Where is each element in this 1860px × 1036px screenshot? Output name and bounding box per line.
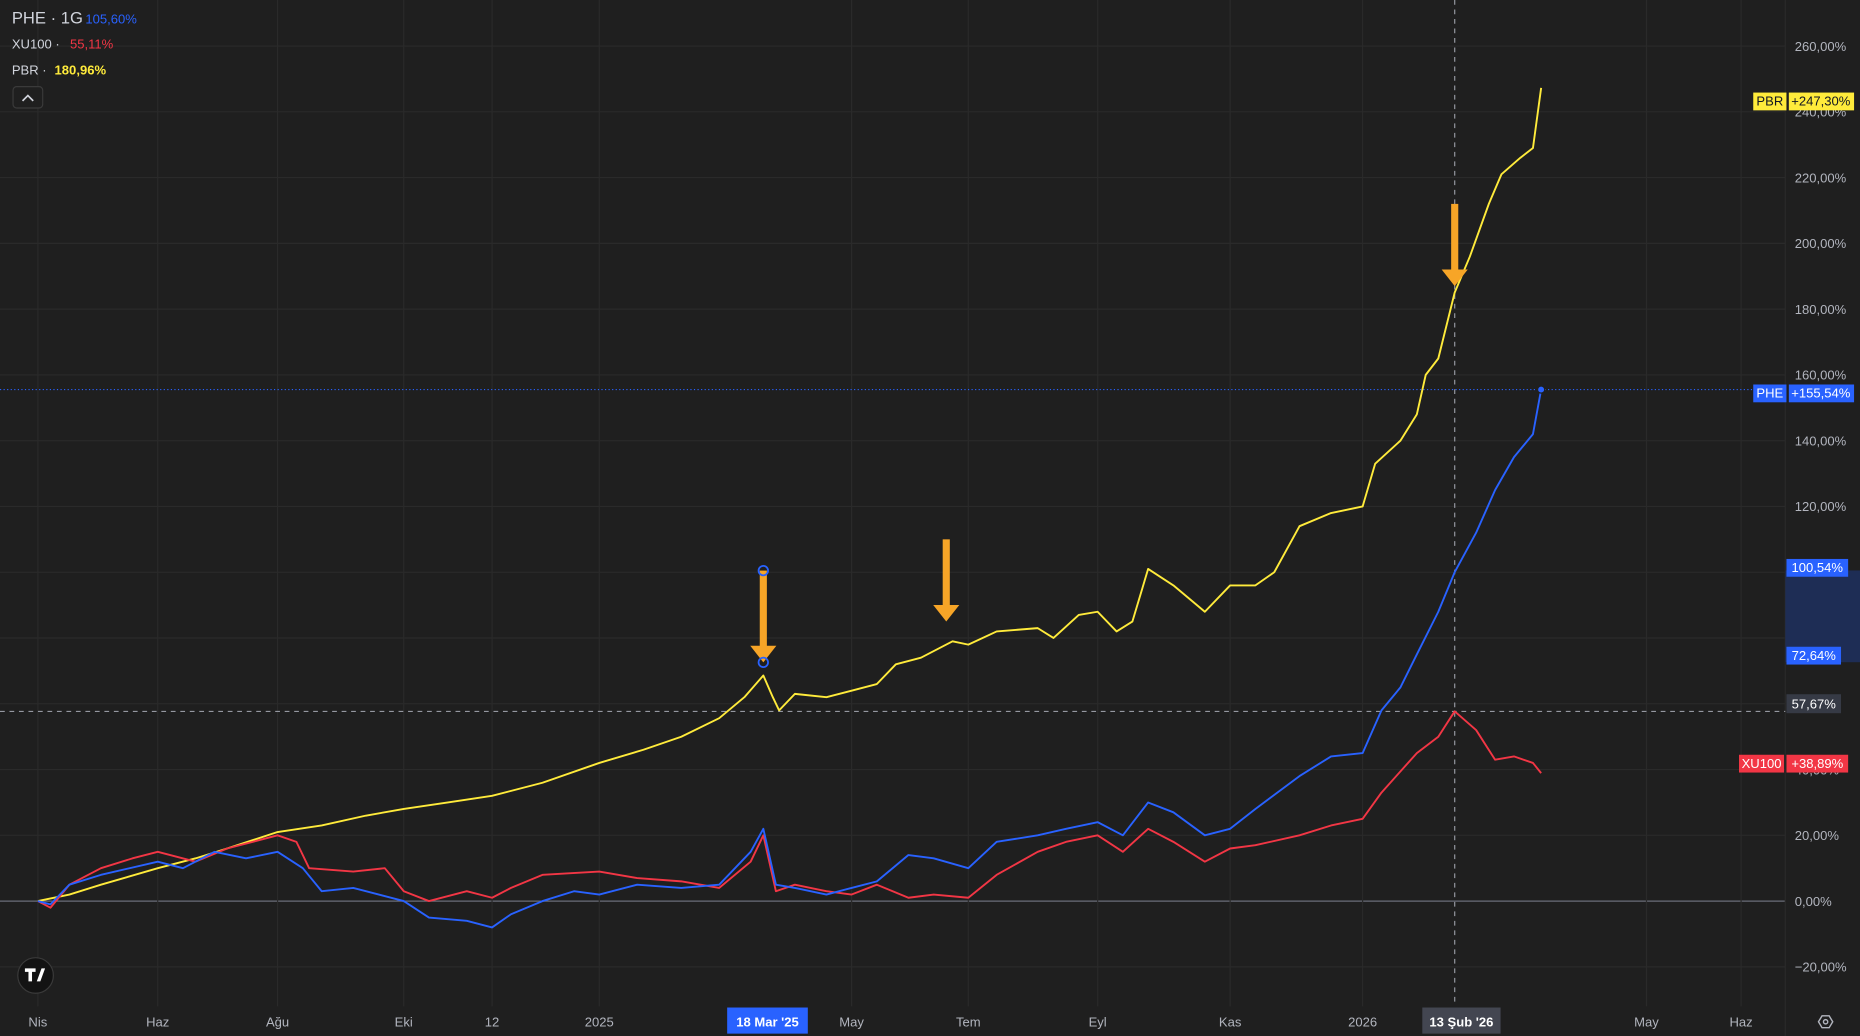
y-tick-label: 200,00% bbox=[1795, 236, 1847, 251]
y-tick-label: 260,00% bbox=[1795, 39, 1847, 54]
pbr-label-value: +247,30% bbox=[1791, 94, 1851, 109]
crosshair-date-left-text: 18 Mar '25 bbox=[736, 1015, 799, 1030]
x-tick-label: 12 bbox=[485, 1015, 500, 1030]
pbr-price-label: PBR +247,30% bbox=[1753, 92, 1855, 111]
x-tick-label: 2026 bbox=[1348, 1015, 1377, 1030]
legend-xu100-value: 55,11% bbox=[70, 37, 114, 52]
legend-collapse-button[interactable] bbox=[12, 86, 44, 109]
xu-label-value: +38,89% bbox=[1791, 756, 1843, 771]
legend-pbr-value: 180,96% bbox=[55, 63, 107, 78]
x-tick-label: Haz bbox=[146, 1015, 169, 1030]
tradingview-logo[interactable] bbox=[17, 957, 54, 994]
x-tick-label: Eyl bbox=[1089, 1015, 1107, 1030]
y-tick-label: 160,00% bbox=[1795, 368, 1847, 383]
y-tick-label: 140,00% bbox=[1795, 433, 1847, 448]
x-tick-label: May bbox=[839, 1015, 864, 1030]
phe-label-name: PHE bbox=[1756, 386, 1783, 401]
range-high-value: 100,54% bbox=[1792, 560, 1844, 575]
y-tick-label: −20,00% bbox=[1795, 960, 1847, 975]
range-low-value: 72,64% bbox=[1792, 648, 1837, 663]
pbr-label-name: PBR bbox=[1756, 94, 1783, 109]
legend-main-symbol[interactable]: PHE · 1G bbox=[12, 9, 83, 28]
y-tick-label: 220,00% bbox=[1795, 170, 1847, 185]
x-tick-label: May bbox=[1634, 1015, 1659, 1030]
x-tick-label: Ağu bbox=[266, 1015, 289, 1030]
x-tick-label: Haz bbox=[1730, 1015, 1753, 1030]
range-low-label: 72,64% bbox=[1786, 646, 1842, 665]
x-tick-label: Eki bbox=[395, 1015, 413, 1030]
range-high-label: 100,54% bbox=[1786, 558, 1849, 577]
y-tick-label: 20,00% bbox=[1795, 828, 1840, 843]
crosshair-price-label: 57,67% bbox=[1786, 694, 1842, 714]
y-tick-label: 0,00% bbox=[1795, 894, 1832, 909]
y-tick-label: 180,00% bbox=[1795, 302, 1847, 317]
crosshair-date-left: 18 Mar '25 bbox=[727, 1007, 808, 1034]
x-tick-label: Nis bbox=[28, 1015, 47, 1030]
phe-price-label: PHE +155,54% bbox=[1753, 384, 1855, 403]
crosshair-date-right: 13 Şub '26 bbox=[1422, 1007, 1501, 1034]
phe-label-value: +155,54% bbox=[1791, 386, 1851, 401]
x-tick-label: Tem bbox=[956, 1015, 981, 1030]
legend-xu100-symbol[interactable]: XU100 · bbox=[12, 37, 60, 52]
legend-main-value: 105,60% bbox=[85, 12, 137, 27]
x-tick-label: Kas bbox=[1219, 1015, 1242, 1030]
arrow-shaft bbox=[1451, 203, 1459, 272]
chart[interactable]: −20,00%0,00%20,00%40,00%60,00%80,00%100,… bbox=[0, 0, 1860, 1036]
xu-label-name: XU100 bbox=[1742, 756, 1782, 771]
phe-last-point bbox=[1536, 385, 1546, 394]
arrow-shaft bbox=[759, 570, 767, 649]
arrow-shaft bbox=[942, 539, 950, 608]
y-tick-label: 120,00% bbox=[1795, 499, 1847, 514]
crosshair-value: 57,67% bbox=[1792, 696, 1837, 711]
crosshair-date-right-text: 13 Şub '26 bbox=[1429, 1015, 1493, 1030]
xu100-price-label: XU100 +38,89% bbox=[1739, 754, 1849, 773]
x-tick-label: 2025 bbox=[585, 1015, 614, 1030]
legend-pbr-symbol[interactable]: PBR · bbox=[12, 63, 47, 78]
chart-background bbox=[0, 0, 1860, 1036]
